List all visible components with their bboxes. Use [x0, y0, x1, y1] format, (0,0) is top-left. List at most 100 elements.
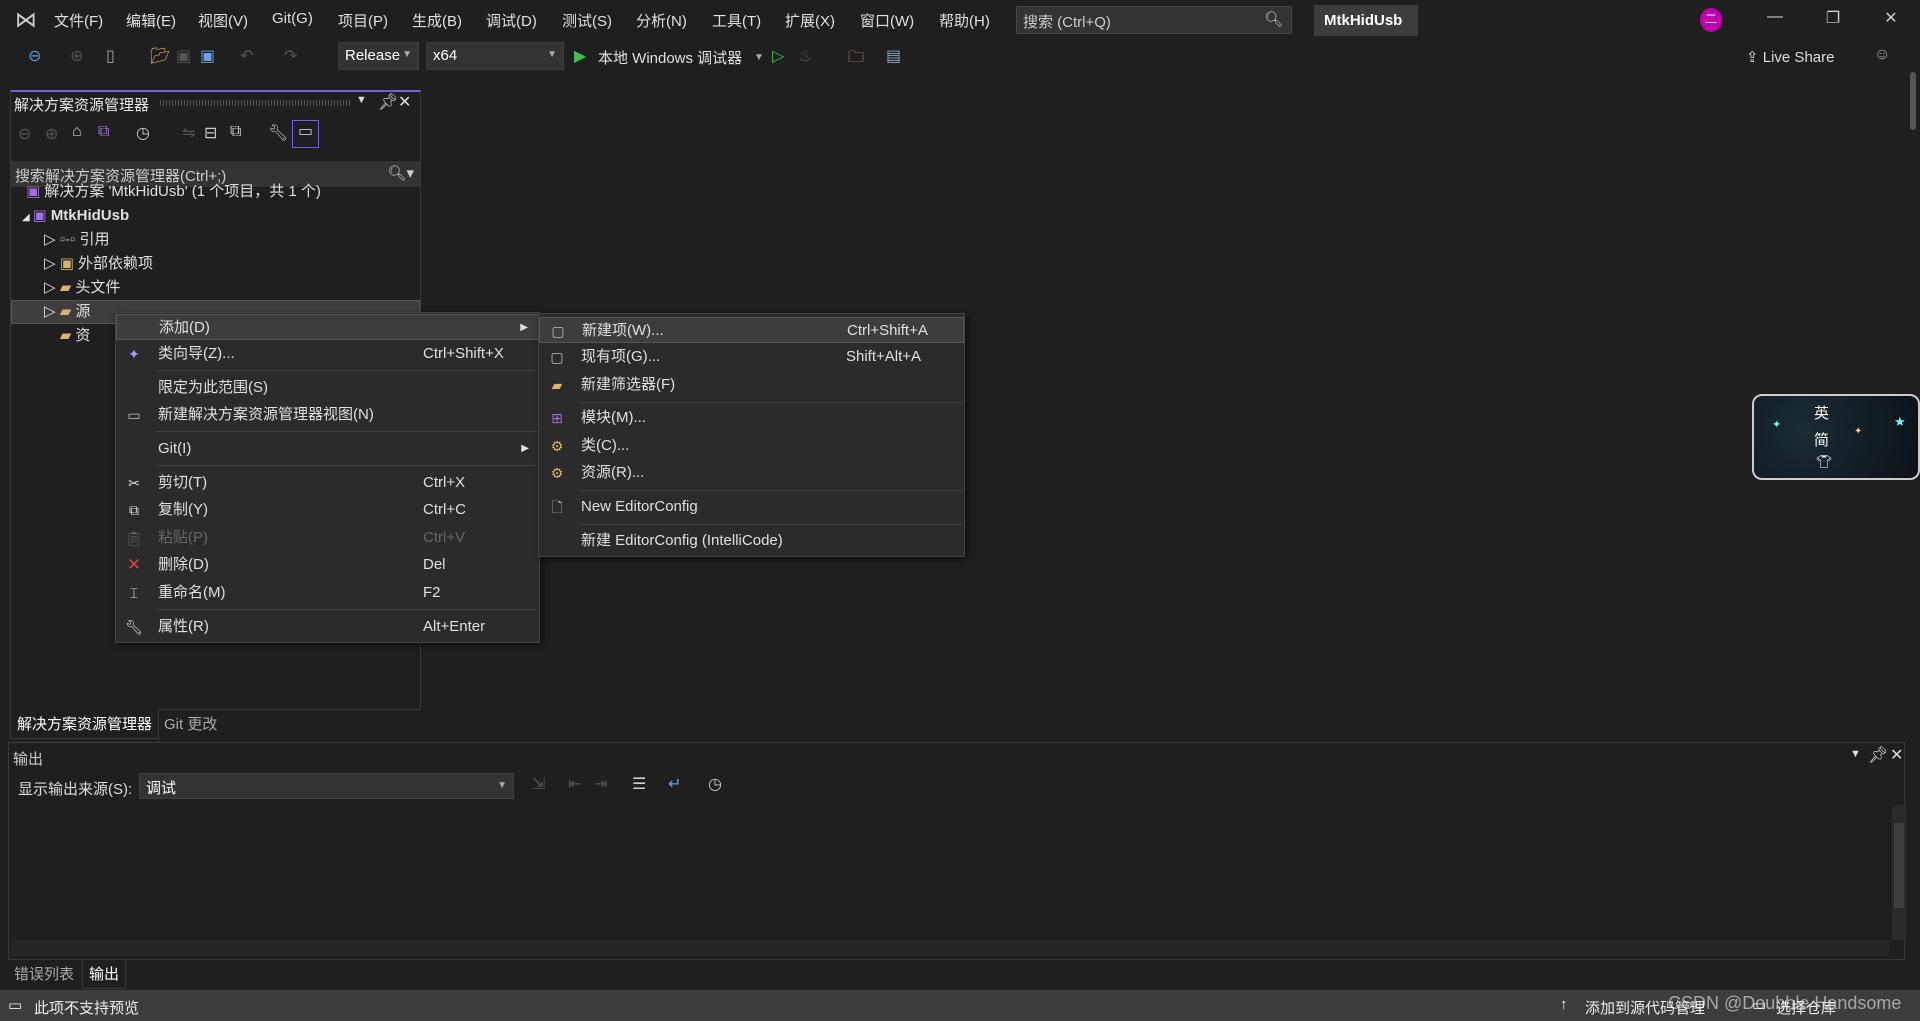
panel-menu-icon[interactable]: ▼ — [356, 94, 367, 106]
menu-item-new-editorconfig-intellicode[interactable]: 新建 EditorConfig (IntelliCode) — [539, 528, 964, 554]
tab-git-changes[interactable]: Git 更改 — [158, 709, 223, 738]
properties-icon[interactable]: 🔧︎ — [268, 123, 288, 143]
home-icon[interactable]: ⌂ — [72, 123, 82, 141]
vertical-scrollbar[interactable] — [1892, 805, 1906, 940]
pin-icon[interactable]: 📌︎ — [1868, 745, 1888, 765]
tab-output[interactable]: 输出 — [82, 959, 127, 989]
tree-item-external-deps[interactable]: ▷ ▣ 外部依赖项 — [44, 252, 153, 276]
menu-item-class-wizard[interactable]: ✦ 类向导(Z)... Ctrl+Shift+X — [116, 341, 539, 367]
output-source-dropdown[interactable]: 调试 ▼ — [139, 773, 514, 799]
close-panel-icon[interactable]: ✕ — [398, 92, 411, 112]
tree-item-source-files[interactable]: ▷ ▰ 源 — [44, 300, 90, 324]
next-message-icon[interactable]: ⇥ — [594, 774, 607, 794]
tree-item-resource-files[interactable]: ▷ ▰ 资 — [44, 324, 91, 348]
tree-item-references[interactable]: ▷ ▫-▫ 引用 — [44, 228, 110, 252]
horizontal-scrollbar[interactable] — [10, 940, 1890, 956]
panel-menu-icon[interactable]: ▼ — [1850, 748, 1861, 760]
menu-item-new-editorconfig[interactable]: 🗋 New EditorConfig — [539, 494, 964, 520]
previous-message-icon[interactable]: ⇤ — [568, 774, 581, 794]
save-icon[interactable]: ▣ — [176, 46, 191, 66]
scroll-thumb[interactable] — [1894, 823, 1904, 908]
menu-item-rename[interactable]: ⌶ 重命名(M) F2 — [116, 580, 539, 606]
forward-icon[interactable]: ⊕ — [45, 124, 58, 144]
tree-item-solution[interactable]: ▣ 解决方案 'MtkHidUsb' (1 个项目，共 1 个) — [26, 180, 321, 204]
feedback-icon[interactable]: ☺ — [1874, 46, 1890, 64]
menu-item-add[interactable]: 添加(D) ▶ — [116, 314, 539, 340]
forward-icon[interactable]: ⊕ — [70, 46, 83, 66]
tab-error-list[interactable]: 错误列表 — [8, 959, 80, 988]
menu-item-new-view[interactable]: ▭ 新建解决方案资源管理器视图(N) — [116, 402, 539, 428]
start-debug-icon[interactable]: ▶ — [574, 46, 586, 66]
menu-item-copy[interactable]: ⧉ 复制(Y) Ctrl+C — [116, 497, 539, 523]
menu-debug[interactable]: 调试(D) — [486, 10, 537, 31]
menu-item-scope-to-this[interactable]: 限定为此范围(S) — [116, 375, 539, 401]
menu-item-resource[interactable]: ⚙ 资源(R)... — [539, 460, 964, 486]
tab-solution-explorer[interactable]: 解决方案资源管理器 — [10, 709, 160, 739]
clock-icon[interactable]: ◷ — [708, 774, 722, 794]
menu-git[interactable]: Git(G) — [272, 10, 313, 27]
tree-item-label: 解决方案 'MtkHidUsb' (1 个项目，共 1 个) — [44, 183, 321, 200]
preview-selected-icon[interactable]: ▭ — [292, 120, 319, 148]
menu-help[interactable]: 帮助(H) — [939, 10, 990, 31]
menu-item-new-item[interactable]: ▢ 新建项(W)... Ctrl+Shift+A — [539, 317, 964, 343]
pending-changes-filter-icon[interactable]: ◷ — [136, 123, 150, 143]
menu-build[interactable]: 生成(B) — [412, 10, 462, 31]
sync-icon[interactable]: ⇋ — [182, 123, 195, 143]
show-all-files-icon[interactable]: ⧉ — [230, 123, 241, 141]
pin-icon[interactable]: 📌︎ — [378, 92, 398, 112]
menu-extensions[interactable]: 扩展(X) — [785, 10, 835, 31]
go-to-line-icon[interactable]: ⇲ — [532, 774, 545, 794]
window-layout-icon[interactable]: ▤ — [886, 46, 901, 66]
hot-reload-icon[interactable]: ♨ — [798, 46, 812, 66]
restore-icon[interactable]: ❐ — [1818, 8, 1848, 32]
menu-file[interactable]: 文件(F) — [54, 10, 103, 31]
back-icon[interactable]: ⊖ — [18, 124, 31, 144]
save-all-icon[interactable]: ▣ — [200, 46, 215, 66]
menu-test[interactable]: 测试(S) — [562, 10, 612, 31]
tree-item-project[interactable]: ◢ ▣ MtkHidUsb — [22, 204, 129, 228]
menu-item-existing-item[interactable]: ▢ 现有项(G)... Shift+Alt+A — [539, 344, 964, 370]
clear-all-icon[interactable]: ☰ — [632, 774, 646, 794]
menu-edit[interactable]: 编辑(E) — [126, 10, 176, 31]
menu-item-new-filter[interactable]: ▰ 新建筛选器(F) — [539, 372, 964, 398]
word-wrap-icon[interactable]: ↵ — [668, 774, 681, 794]
start-without-debug-icon[interactable]: ▷ — [772, 46, 784, 66]
configuration-dropdown[interactable]: Release ▼ — [338, 42, 419, 70]
editor-scrollbar[interactable] — [1910, 72, 1916, 130]
platform-dropdown[interactable]: x64 ▼ — [426, 42, 564, 70]
visual-studio-logo-icon[interactable]: ⋈ — [12, 8, 40, 32]
menu-window[interactable]: 窗口(W) — [860, 10, 914, 31]
open-folder-icon[interactable]: 📂︎ — [150, 46, 170, 66]
minimize-icon[interactable]: — — [1760, 8, 1790, 32]
ime-widget[interactable]: 英 简 ✦ ★ ✦ 👕︎ — [1752, 394, 1920, 480]
star-icon: ✦ — [1854, 426, 1863, 437]
switch-views-icon[interactable]: ⧉ — [98, 123, 109, 141]
menu-item-cut[interactable]: ✂ 剪切(T) Ctrl+X — [116, 470, 539, 496]
close-icon[interactable]: ✕ — [1876, 8, 1906, 32]
debugger-button[interactable]: 本地 Windows 调试器 — [598, 47, 742, 68]
collapse-all-icon[interactable]: ⊟ — [204, 123, 217, 143]
menu-item-git[interactable]: Git(I) ▶ — [116, 436, 539, 462]
live-share-button[interactable]: ⇪ Live Share — [1746, 48, 1834, 66]
close-panel-icon[interactable]: ✕ — [1890, 745, 1903, 765]
menu-view[interactable]: 视图(V) — [198, 10, 248, 31]
menu-separator — [579, 524, 962, 525]
back-icon[interactable]: ⊖ — [28, 46, 41, 66]
menu-analyze[interactable]: 分析(N) — [636, 10, 687, 31]
menu-project[interactable]: 项目(P) — [338, 10, 388, 31]
tree-item-label: 头文件 — [75, 279, 121, 296]
redo-icon[interactable]: ↷ — [284, 46, 297, 66]
menu-item-delete[interactable]: ✕ 删除(D) Del — [116, 552, 539, 578]
menu-item-class[interactable]: ⚙ 类(C)... — [539, 433, 964, 459]
avatar[interactable]: 二 — [1700, 8, 1722, 32]
menu-item-module[interactable]: ⊞ 模块(M)... — [539, 405, 964, 431]
menu-item-properties[interactable]: 🔧︎ 属性(R) Alt+Enter — [116, 614, 539, 640]
drag-grip[interactable] — [160, 100, 350, 106]
find-in-files-icon[interactable]: 🗀 — [848, 46, 864, 73]
search-input[interactable]: 搜索 (Ctrl+Q) 🔍︎ — [1016, 6, 1292, 34]
menu-tools[interactable]: 工具(T) — [712, 10, 761, 31]
tree-item-header-files[interactable]: ▷ ▰ 头文件 — [44, 276, 120, 300]
undo-icon[interactable]: ↶ — [240, 46, 253, 66]
new-project-icon[interactable]: ▯ — [106, 46, 115, 66]
chevron-down-icon[interactable]: ▼ — [754, 52, 764, 63]
